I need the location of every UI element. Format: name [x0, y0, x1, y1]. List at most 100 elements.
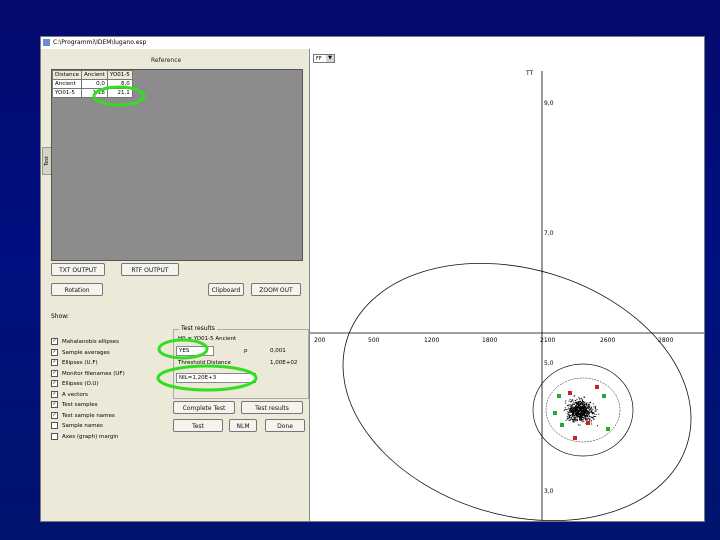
- data-point: [576, 413, 578, 415]
- table-cell[interactable]: 0,0: [81, 79, 108, 89]
- complete-test-button[interactable]: Complete Test: [173, 401, 235, 414]
- data-point: [584, 409, 585, 411]
- data-point: [595, 410, 597, 412]
- data-point: [570, 412, 572, 414]
- checkbox[interactable]: [51, 432, 58, 440]
- data-point: [580, 409, 582, 410]
- data-point: [591, 411, 592, 412]
- data-point: [572, 404, 574, 406]
- data-point: [571, 405, 573, 407]
- data-point: [590, 416, 592, 418]
- data-point: [594, 416, 595, 417]
- sample-marker: [606, 427, 610, 431]
- show-option-label: Mahalanobis ellipses: [62, 339, 119, 345]
- data-point: [573, 409, 575, 411]
- data-point: [579, 415, 581, 417]
- distance-table: Distance Ancient YO01-5 Ancient 0,0 8,0 …: [51, 70, 133, 98]
- data-point: [586, 413, 588, 415]
- data-point: [567, 418, 569, 420]
- data-point: [582, 401, 584, 403]
- test-button[interactable]: Test: [173, 419, 223, 432]
- rtf-output-button[interactable]: RTF OUTPUT: [121, 263, 179, 276]
- data-point: [576, 405, 578, 407]
- clipboard-button[interactable]: Clipboard: [208, 283, 244, 296]
- p-value: 0,001: [270, 348, 286, 354]
- show-option[interactable]: ✓ Monitor filenames (UF): [51, 369, 125, 380]
- checkbox[interactable]: ✓: [51, 369, 58, 377]
- show-option[interactable]: ✓ Ellipses (O.U): [51, 379, 125, 390]
- data-point: [565, 419, 567, 421]
- table-cell[interactable]: 1,18: [81, 88, 108, 98]
- sample-marker: [568, 391, 572, 395]
- data-point: [581, 411, 583, 413]
- show-option[interactable]: ✓ A vectors: [51, 390, 125, 401]
- checkbox[interactable]: ✓: [51, 359, 58, 366]
- data-point: [563, 409, 565, 411]
- data-point: [566, 413, 568, 415]
- txt-output-button[interactable]: TXT OUTPUT: [51, 263, 105, 276]
- checkbox[interactable]: [51, 422, 58, 429]
- data-point: [574, 412, 576, 414]
- data-point: [586, 406, 588, 408]
- checkbox[interactable]: ✓: [51, 380, 58, 387]
- data-point: [567, 407, 569, 409]
- zoom-out-button[interactable]: ZOOM OUT: [251, 283, 301, 296]
- show-option[interactable]: ✓ Sample averages: [51, 348, 125, 359]
- data-point: [583, 413, 585, 415]
- data-point: [595, 413, 597, 415]
- distance-grid[interactable]: Distance Ancient YO01-5 Ancient 0,0 8,0 …: [51, 69, 303, 261]
- data-point: [592, 415, 594, 417]
- data-point: [592, 408, 594, 410]
- data-point: [570, 415, 571, 417]
- show-option-label: Axes (graph) margin: [62, 433, 119, 440]
- data-point: [581, 410, 583, 412]
- data-point: [585, 417, 587, 419]
- table-row: Ancient 0,0 8,0: [51, 79, 133, 89]
- checkbox[interactable]: ✓: [51, 411, 58, 419]
- data-point: [573, 404, 575, 405]
- data-point: [574, 395, 576, 397]
- test-results-button[interactable]: Test results: [241, 401, 303, 414]
- show-option[interactable]: ✓ Test samples: [51, 400, 125, 411]
- table-cell[interactable]: 21,1: [106, 88, 133, 98]
- data-point: [584, 403, 586, 405]
- sample-marker: [586, 421, 590, 425]
- table-cell[interactable]: 8,0: [106, 79, 133, 89]
- show-option[interactable]: ✓ Ellipses (U.F): [51, 358, 125, 369]
- data-point: [591, 411, 593, 413]
- data-point: [584, 402, 586, 404]
- data-point: [581, 417, 583, 419]
- data-point: [573, 414, 575, 416]
- checkbox[interactable]: ✓: [51, 401, 58, 408]
- checkbox[interactable]: ✓: [51, 390, 58, 398]
- show-option-label: Sample averages: [62, 349, 110, 356]
- show-option[interactable]: ✓ Test sample names: [51, 411, 125, 422]
- data-point: [575, 402, 577, 403]
- data-point: [571, 417, 573, 419]
- checkbox[interactable]: ✓: [51, 348, 58, 356]
- x-tick-label: 1800: [482, 337, 497, 344]
- data-point: [575, 403, 577, 405]
- nlm-button[interactable]: NLM: [229, 419, 257, 432]
- data-point: [592, 417, 594, 419]
- done-button[interactable]: Done: [265, 419, 305, 432]
- data-point: [589, 416, 591, 418]
- plot-pane[interactable]: FF ▼ TT 9,0 7,0 5,0 3,0 200 500 1200 180…: [309, 49, 704, 521]
- checkbox[interactable]: ✓: [51, 338, 58, 345]
- data-point: [571, 408, 573, 410]
- data-point: [568, 419, 570, 421]
- reference-title: Reference: [151, 57, 182, 64]
- show-option[interactable]: Sample names: [51, 421, 125, 432]
- data-point: [589, 409, 591, 411]
- data-point: [580, 402, 582, 404]
- sample-marker: [557, 394, 561, 398]
- data-point: [577, 403, 579, 405]
- data-point: [589, 405, 591, 407]
- rotation-button[interactable]: Rotation: [51, 283, 103, 296]
- data-point: [572, 407, 574, 409]
- data-point: [590, 402, 592, 404]
- show-option[interactable]: Axes (graph) margin: [51, 432, 125, 443]
- show-option[interactable]: ✓ Mahalanobis ellipses: [51, 337, 125, 348]
- data-point: [564, 407, 566, 409]
- data-point: [589, 418, 591, 420]
